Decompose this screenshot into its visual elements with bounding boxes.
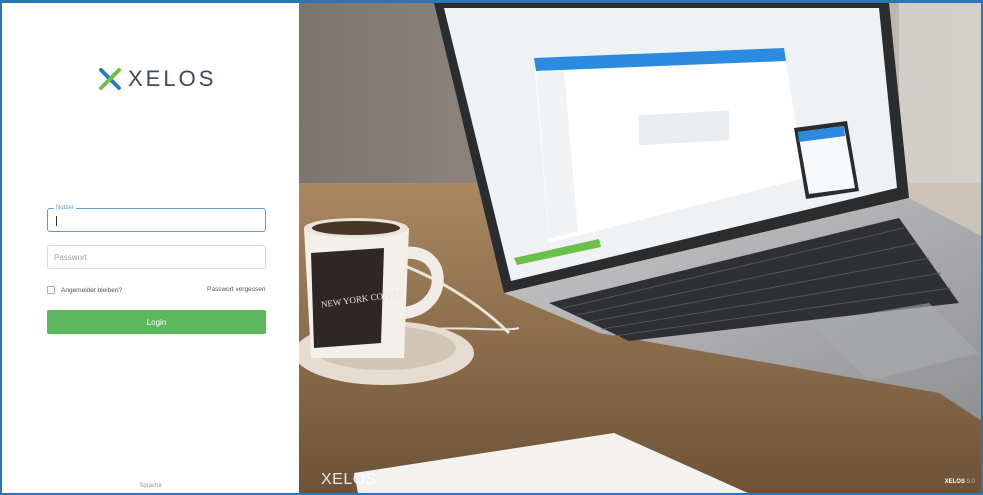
forgot-password-link[interactable]: Passwort vergessen: [207, 286, 266, 293]
remember-label: Angemeldet bleiben?: [61, 286, 123, 294]
version-brand: XELOS: [944, 479, 965, 485]
login-button[interactable]: Login: [47, 310, 266, 334]
language-link[interactable]: Sprache: [2, 483, 299, 489]
username-field[interactable]: Nutzer: [47, 203, 266, 232]
hero-illustration: NEW YORK COFFEE: [299, 3, 981, 493]
text-caret: [56, 216, 57, 226]
username-input[interactable]: [48, 209, 265, 231]
hero-image: NEW YORK COFFEE XELOS XELOS 9.0: [299, 3, 981, 493]
password-field[interactable]: [47, 245, 266, 269]
login-panel: XELOS Nutzer Angemeldet bleiben? Passwor…: [2, 3, 299, 493]
version-badge: XELOS 9.0: [945, 479, 975, 485]
username-label: Nutzer: [54, 203, 76, 213]
xelos-logo: XELOS: [98, 66, 216, 92]
xelos-x-icon: [99, 68, 121, 90]
remember-checkbox[interactable]: [47, 286, 55, 294]
version-number: 9.0: [966, 479, 975, 485]
password-input[interactable]: [48, 246, 265, 268]
remember-me[interactable]: Angemeldet bleiben?: [47, 286, 122, 294]
hero-brand-text: XELOS: [321, 471, 377, 488]
logo-text: XELOS: [128, 66, 217, 91]
window-frame: XELOS Nutzer Angemeldet bleiben? Passwor…: [0, 0, 983, 495]
